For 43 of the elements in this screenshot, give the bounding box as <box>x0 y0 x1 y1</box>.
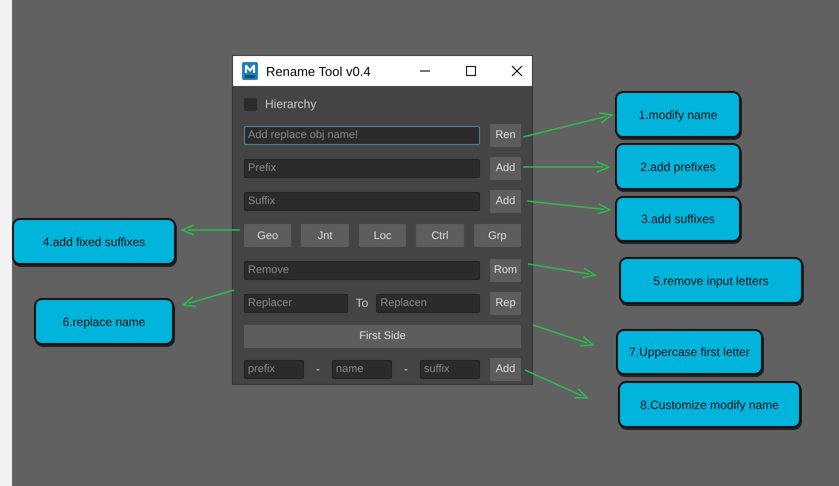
name-part-field[interactable]: name <box>332 360 392 378</box>
replace-button[interactable]: Rep <box>490 292 521 314</box>
callout-box: 5.remove input letters <box>619 257 803 304</box>
hierarchy-checkbox[interactable] <box>244 98 257 110</box>
window-title: Rename Tool v0.4 <box>266 64 372 78</box>
remove-button[interactable]: Rom <box>490 258 521 282</box>
suffix-button[interactable]: Geo <box>244 224 292 247</box>
arrow <box>180 224 240 236</box>
arrow <box>181 289 234 308</box>
separator-dash: - <box>316 362 320 376</box>
separator-dash: - <box>404 362 408 376</box>
callout-box: 8.Customize modify name <box>618 381 801 428</box>
action-button[interactable]: Ren <box>490 124 521 146</box>
name-part-field[interactable]: suffix <box>420 360 480 378</box>
callout-box: 2.add prefixes <box>615 143 741 190</box>
action-button[interactable]: Add <box>490 156 521 180</box>
suffix-button[interactable]: Grp <box>474 224 522 247</box>
suffix-button[interactable]: Jnt <box>301 224 349 247</box>
arrow <box>528 263 597 279</box>
text-field[interactable]: Add replace obj name! <box>244 126 480 144</box>
close-icon[interactable] <box>510 64 524 78</box>
hierarchy-label: Hierarchy <box>265 97 316 111</box>
action-button[interactable]: Add <box>490 190 521 212</box>
to-label: To <box>356 296 368 310</box>
callout-box: 4.add fixed suffixes <box>12 218 176 265</box>
text-field[interactable]: Prefix <box>244 158 480 178</box>
remove-field[interactable]: Remove <box>244 260 480 280</box>
app-icon <box>242 62 258 80</box>
suffix-button[interactable]: Loc <box>358 224 406 247</box>
replace-from-field[interactable]: Replacer <box>244 294 348 312</box>
callout-box: 6.replace name <box>34 298 174 345</box>
callout-box: 7.Uppercase first letter <box>616 329 763 375</box>
name-part-field[interactable]: prefix <box>244 360 304 378</box>
first-side-button[interactable]: First Side <box>244 324 521 348</box>
text-field[interactable]: Suffix <box>244 192 480 210</box>
add-button[interactable]: Add <box>490 358 521 380</box>
maximize-icon[interactable] <box>464 64 478 78</box>
replace-to-field[interactable]: Replacen <box>376 294 480 312</box>
suffix-button[interactable]: Ctrl <box>416 224 464 247</box>
arrow <box>524 369 589 399</box>
callout-box: 3.add suffixes <box>615 196 741 242</box>
callout-box: 1.modify name <box>615 91 741 138</box>
arrow <box>532 324 595 347</box>
